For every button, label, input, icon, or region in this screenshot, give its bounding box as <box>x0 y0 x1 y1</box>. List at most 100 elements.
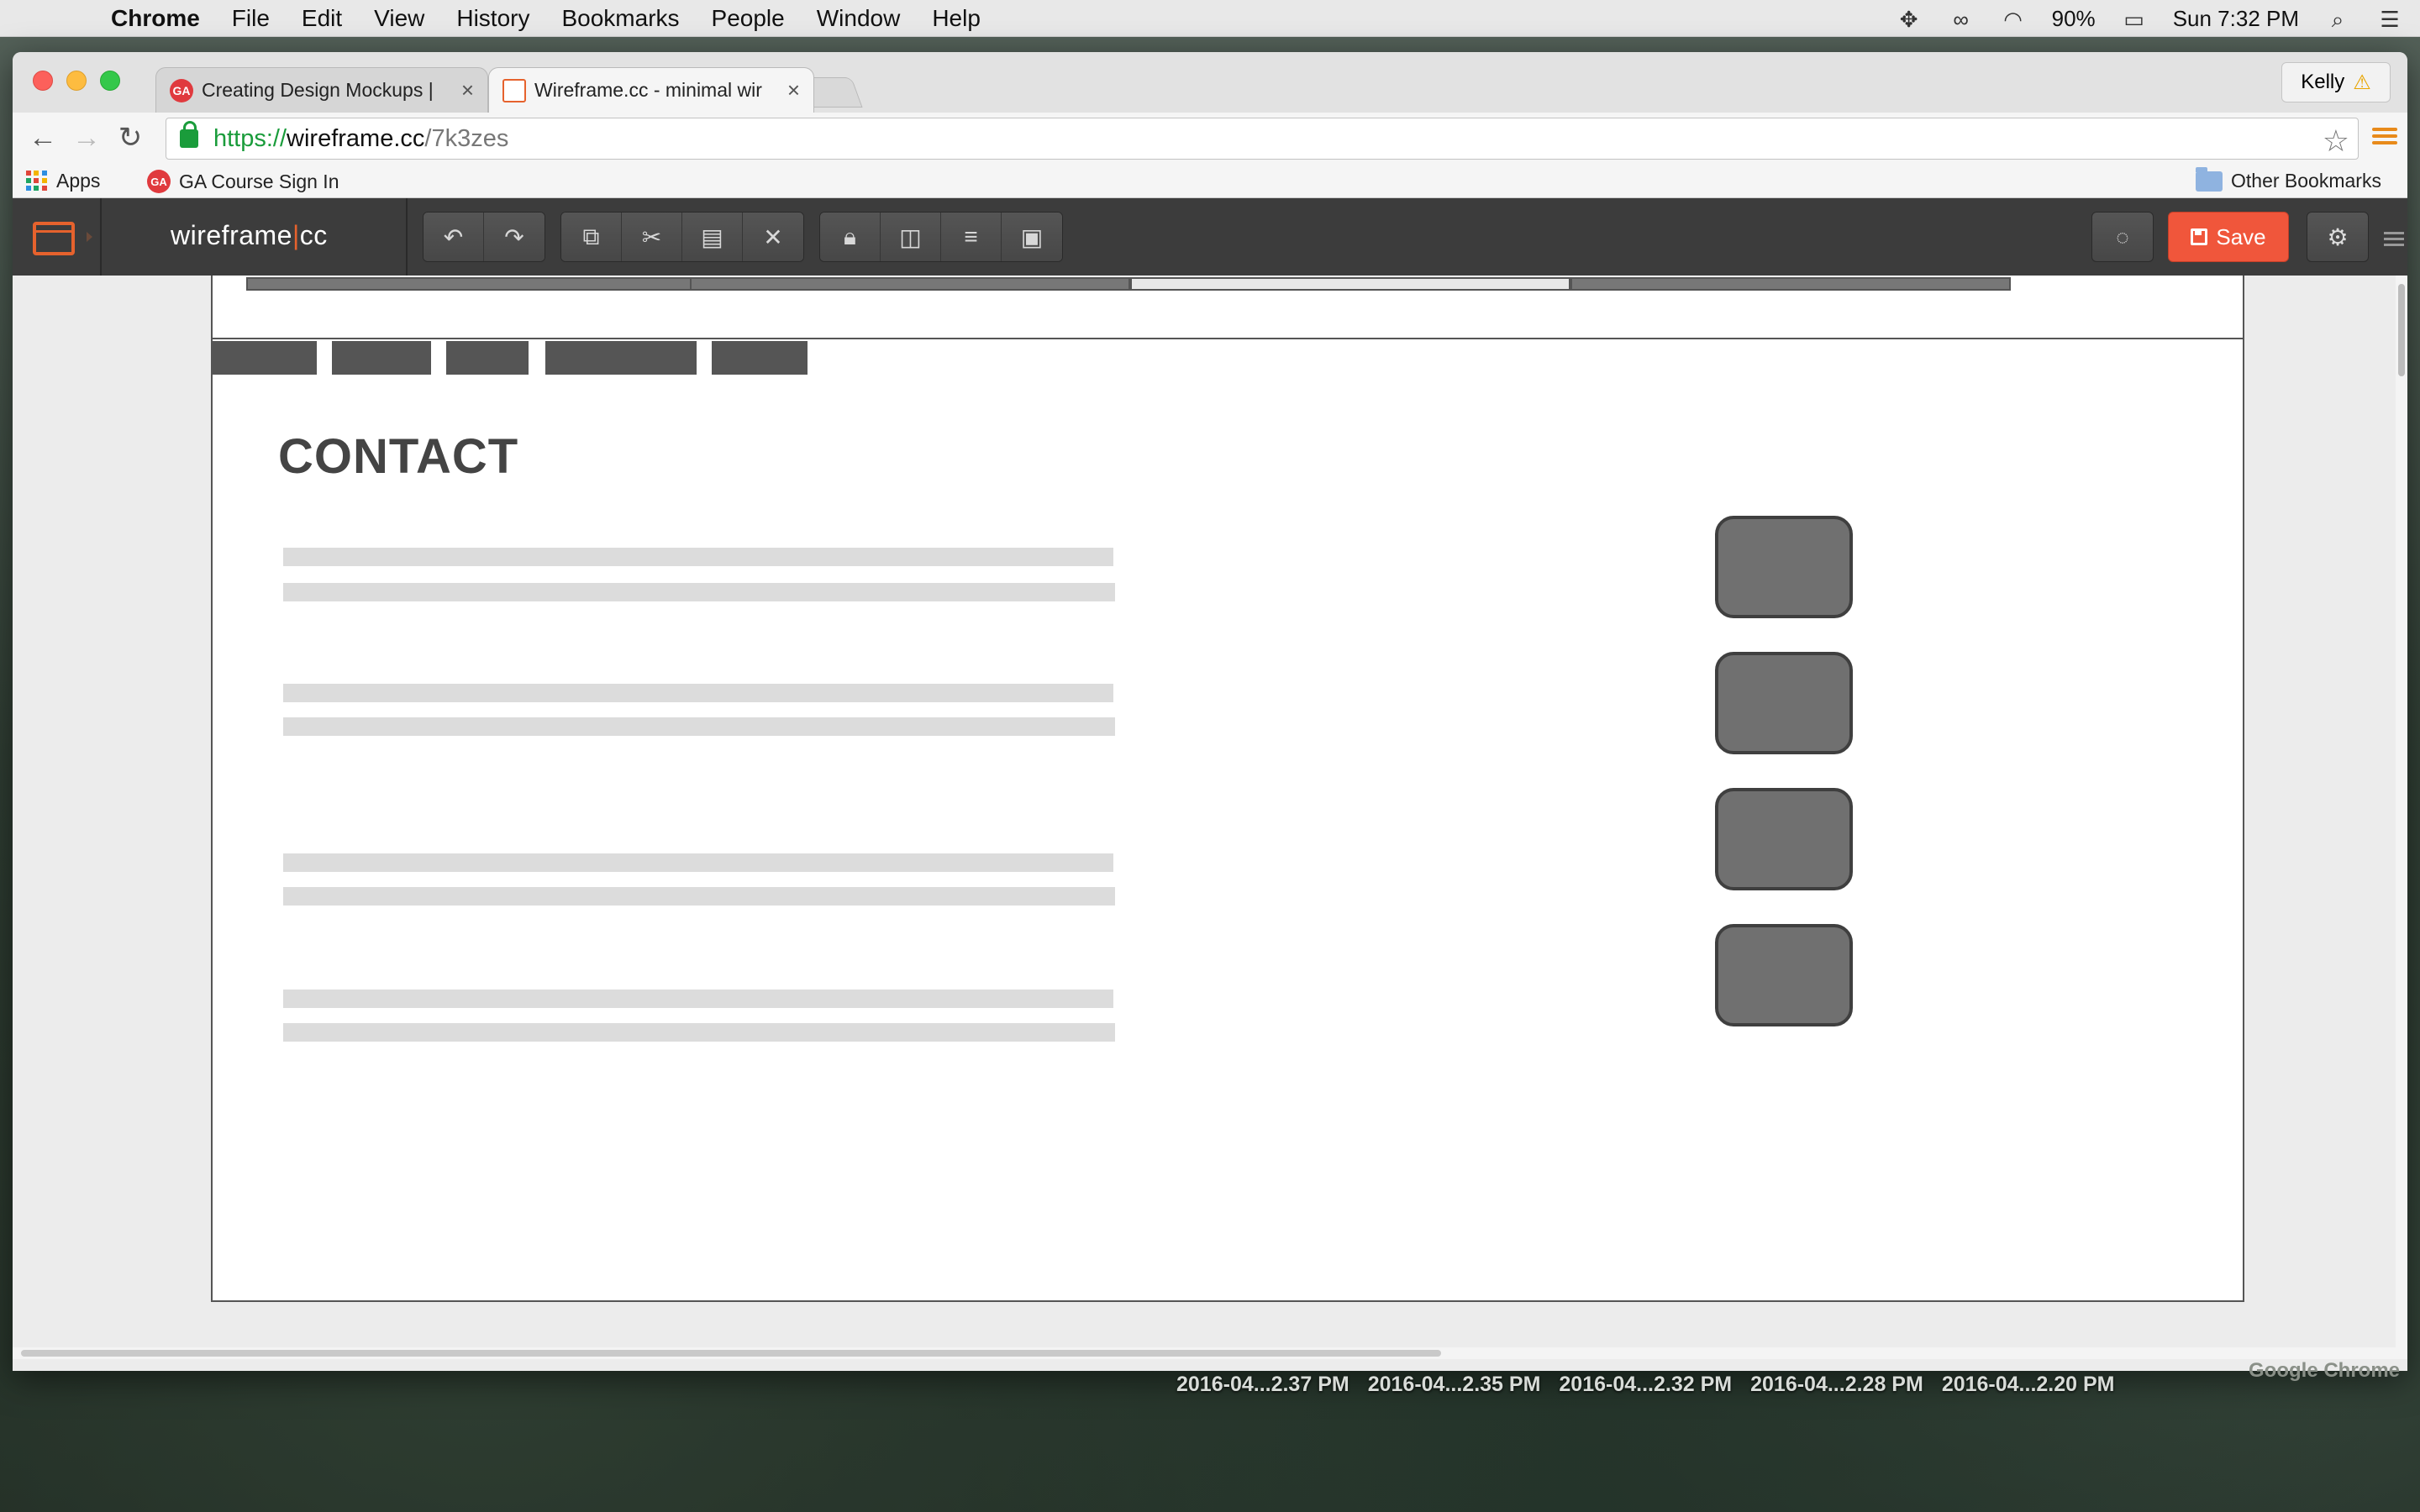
text-placeholder[interactable] <box>283 990 1113 1008</box>
menu-file[interactable]: File <box>232 5 270 32</box>
paste-icon[interactable]: ▤ <box>682 213 743 261</box>
battery-percent: 90% <box>2051 5 2096 31</box>
creative-cloud-icon[interactable]: ∞ <box>1948 7 1975 32</box>
undo-icon[interactable]: ↶ <box>424 213 484 261</box>
menu-view[interactable]: View <box>374 5 424 32</box>
wire-tab[interactable] <box>1570 277 2011 291</box>
desktop-file[interactable]: 2016-04...2.35 PM <box>1368 1373 1541 1397</box>
title-bar: GA Creating Design Mockups | × Wireframe… <box>13 52 2407 113</box>
text-placeholder[interactable] <box>283 583 1115 601</box>
text-placeholder[interactable] <box>283 887 1115 906</box>
nav-placeholder[interactable] <box>545 341 697 375</box>
text-placeholder[interactable] <box>283 684 1113 702</box>
horizontal-scrollbar[interactable] <box>13 1347 2396 1359</box>
desktop-file[interactable]: 2016-04...2.28 PM <box>1750 1373 1923 1397</box>
group-icon[interactable]: ▣ <box>1002 213 1062 261</box>
redo-icon[interactable]: ↷ <box>484 213 544 261</box>
back-arrow-icon[interactable]: ← <box>24 119 61 156</box>
battery-icon[interactable]: ▭ <box>2121 7 2148 32</box>
nav-placeholder[interactable] <box>213 341 317 375</box>
text-placeholder[interactable] <box>283 717 1115 736</box>
bookmark-other-label: Other Bookmarks <box>2231 170 2381 192</box>
text-placeholder[interactable] <box>283 853 1113 872</box>
desktop-file[interactable]: 2016-04...2.20 PM <box>1942 1373 2115 1397</box>
wireframe-page[interactable]: CONTACT <box>211 276 2244 1302</box>
minimize-window-button[interactable] <box>66 71 87 91</box>
scroll-thumb[interactable] <box>21 1350 1441 1357</box>
icon-placeholder[interactable] <box>1715 652 1853 754</box>
scroll-thumb[interactable] <box>2398 284 2405 376</box>
top-tab-strip <box>246 277 2011 291</box>
app-logo: wireframe|cc <box>171 220 328 251</box>
nav-placeholder[interactable] <box>446 341 529 375</box>
save-label: Save <box>2216 223 2266 249</box>
url-path: /7k3zes <box>424 124 509 152</box>
icon-placeholder[interactable] <box>1715 516 1853 618</box>
tab-creating-design-mockups[interactable]: GA Creating Design Mockups | × <box>155 67 488 113</box>
text-placeholder[interactable] <box>283 548 1113 566</box>
bookmark-ga-course[interactable]: GA GA Course Sign In <box>147 170 339 193</box>
menu-bookmarks[interactable]: Bookmarks <box>561 5 679 32</box>
icon-placeholder[interactable] <box>1715 924 1853 1026</box>
menu-history[interactable]: History <box>456 5 529 32</box>
close-window-button[interactable] <box>33 71 53 91</box>
bookmark-star-icon[interactable]: ☆ <box>2323 123 2349 159</box>
tab-close-icon[interactable]: × <box>461 77 474 103</box>
wire-tab[interactable] <box>246 277 692 291</box>
save-disk-icon <box>2191 228 2208 245</box>
dropbox-icon[interactable]: ✥ <box>1896 7 1923 32</box>
menu-bar: Chrome File Edit View History Bookmarks … <box>0 0 2420 37</box>
reload-icon[interactable]: ↻ <box>112 119 149 156</box>
menu-app-name[interactable]: Chrome <box>111 5 200 32</box>
zoom-window-button[interactable] <box>100 71 120 91</box>
page-title[interactable]: CONTACT <box>278 428 518 485</box>
nav-placeholder[interactable] <box>712 341 808 375</box>
stencil-browser-icon[interactable] <box>33 222 75 255</box>
forward-arrow-icon[interactable]: → <box>68 119 105 156</box>
lock-icon[interactable]: 🔒︎ <box>820 213 881 261</box>
logo-separator: | <box>292 220 300 250</box>
secure-lock-icon[interactable] <box>180 121 198 148</box>
apps-grid-icon <box>26 170 48 192</box>
desktop-file[interactable]: 2016-04...2.32 PM <box>1559 1373 1732 1397</box>
tab-wireframe-cc[interactable]: Wireframe.cc - minimal wir × <box>488 67 814 113</box>
ga-logo-icon: GA <box>147 170 171 193</box>
notification-center-icon[interactable]: ☰ <box>2376 7 2403 32</box>
icon-placeholder[interactable] <box>1715 788 1853 890</box>
ga-favicon-icon: GA <box>170 78 193 102</box>
clock[interactable]: Sun 7:32 PM <box>2173 6 2299 32</box>
menu-people[interactable]: People <box>712 5 785 32</box>
menu-edit[interactable]: Edit <box>302 5 342 32</box>
text-placeholder[interactable] <box>283 1023 1115 1042</box>
wire-tab[interactable] <box>690 277 1130 291</box>
browser-toolbar: ← → ↻ https:// wireframe.cc /7k3zes ☆ <box>13 113 2407 163</box>
warning-icon: ⚠ <box>2353 71 2371 94</box>
wire-tab[interactable] <box>1130 277 1570 291</box>
vertical-scrollbar[interactable] <box>2396 276 2407 1359</box>
desktop-files: 2016-04...2.37 PM 2016-04...2.35 PM 2016… <box>1176 1373 2115 1397</box>
chrome-menu-icon[interactable] <box>2372 124 2397 150</box>
hamburger-menu-icon[interactable] <box>2384 228 2404 249</box>
bookmark-other[interactable]: Other Bookmarks <box>2196 166 2381 192</box>
comment-icon[interactable]: ◌ <box>2091 212 2154 262</box>
wifi-icon[interactable]: ◠ <box>2000 7 2027 32</box>
wireframe-canvas[interactable]: CONTACT <box>13 276 2396 1359</box>
tab-close-icon[interactable]: × <box>787 77 800 103</box>
menu-window[interactable]: Window <box>817 5 901 32</box>
caret-right-icon[interactable] <box>87 232 92 242</box>
desktop-file[interactable]: 2016-04...2.37 PM <box>1176 1373 1349 1397</box>
bookmark-apps[interactable]: Apps <box>26 170 100 192</box>
copy-icon[interactable]: ⧉ <box>561 213 622 261</box>
settings-gear-icon[interactable]: ⚙ <box>2307 212 2369 262</box>
align-icon[interactable]: ≡ <box>941 213 1002 261</box>
cut-icon[interactable]: ✂ <box>622 213 682 261</box>
nav-placeholder[interactable] <box>332 341 431 375</box>
spotlight-search-icon[interactable]: ⌕ <box>2324 7 2351 32</box>
bring-to-front-icon[interactable]: ◫ <box>881 213 941 261</box>
address-bar[interactable]: https:// wireframe.cc /7k3zes ☆ <box>166 118 2359 160</box>
save-button[interactable]: Save <box>2168 212 2289 262</box>
delete-icon[interactable]: ✕ <box>743 213 803 261</box>
menu-help[interactable]: Help <box>932 5 981 32</box>
logo-text: wireframe <box>171 220 292 250</box>
profile-button[interactable]: Kelly ⚠ <box>2281 62 2391 102</box>
